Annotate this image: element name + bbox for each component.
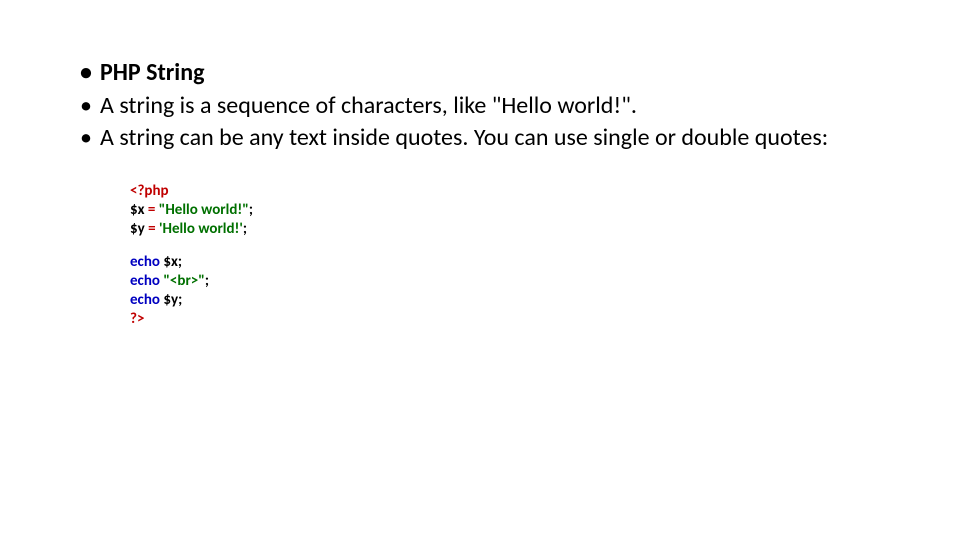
code-op: =: [148, 220, 159, 238]
code-keyword: echo: [130, 272, 163, 290]
code-punct: ;: [205, 272, 209, 290]
php-close-tag: ?>: [130, 310, 144, 328]
code-punct: ;: [178, 253, 182, 271]
bullet-title: PHP String: [70, 58, 890, 89]
code-string: 'Hello world!': [159, 220, 243, 238]
code-var: $x: [130, 201, 148, 219]
bullet-item: A string can be any text inside quotes. …: [70, 123, 890, 154]
code-block: <?php $x = "Hello world!"; $y = 'Hello w…: [130, 182, 890, 328]
code-keyword: echo: [130, 253, 163, 271]
php-open-tag: <?php: [130, 182, 169, 200]
code-line: <?php: [130, 182, 890, 201]
code-line: echo $x;: [130, 253, 890, 272]
code-var: $x: [163, 253, 178, 271]
bullet-list: PHP String A string is a sequence of cha…: [70, 58, 890, 154]
bullet-text: A string is a sequence of characters, li…: [100, 91, 637, 120]
code-punct: ;: [243, 220, 247, 238]
bullet-text: A string can be any text inside quotes. …: [100, 123, 828, 152]
code-line: $x = "Hello world!";: [130, 201, 890, 220]
code-line: $y = 'Hello world!';: [130, 220, 890, 239]
slide: PHP String A string is a sequence of cha…: [0, 0, 960, 540]
code-punct: ;: [178, 291, 182, 309]
code-line: echo $y;: [130, 291, 890, 310]
code-blank-line: [130, 238, 890, 253]
code-string: "Hello world!": [159, 201, 249, 219]
code-var: $y: [163, 291, 178, 309]
bullet-item: A string is a sequence of characters, li…: [70, 91, 890, 122]
code-keyword: echo: [130, 291, 163, 309]
code-punct: ;: [249, 201, 253, 219]
code-line: ?>: [130, 310, 890, 329]
code-op: =: [148, 201, 159, 219]
code-line: echo "<br>";: [130, 272, 890, 291]
code-var: $y: [130, 220, 148, 238]
code-string: "<br>": [163, 272, 204, 290]
bullet-title-text: PHP String: [100, 58, 204, 87]
